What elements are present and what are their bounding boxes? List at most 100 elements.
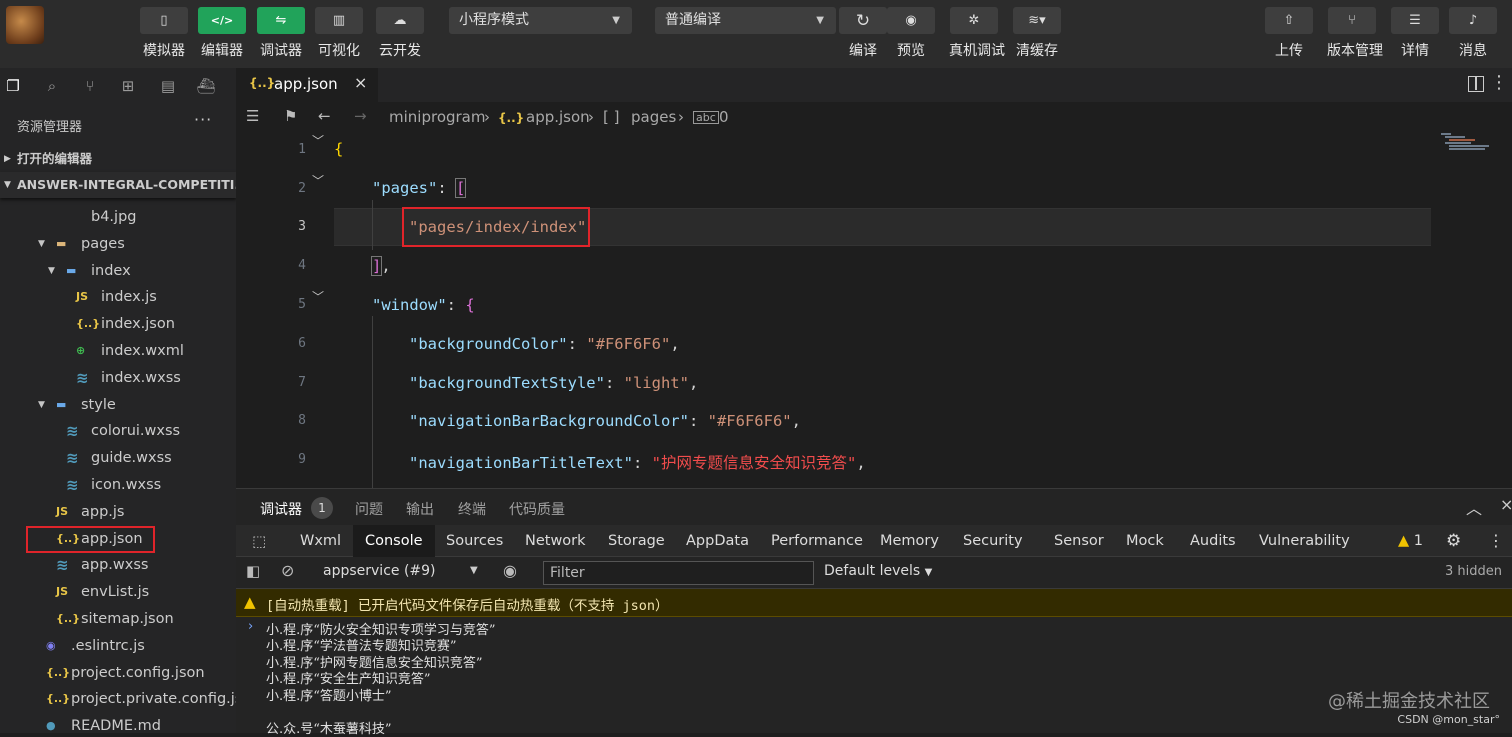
file-tree-item[interactable]: ◉ .eslintrc.js <box>0 633 236 660</box>
compile-button[interactable]: ↻ 编译 <box>838 7 888 63</box>
clear-console-icon[interactable]: ⊘ <box>281 561 294 580</box>
tab-appdata[interactable]: AppData <box>674 525 761 557</box>
tab-network[interactable]: Network <box>513 525 598 557</box>
files-icon[interactable]: ❐ <box>3 76 23 96</box>
close-icon[interactable]: × <box>354 73 367 92</box>
tab-terminal[interactable]: 终端 <box>458 499 486 519</box>
file-tree-item[interactable]: ▼ ▬ index <box>0 258 236 285</box>
breadcrumb-item[interactable]: pages <box>631 108 676 126</box>
cloud-dev-button[interactable]: ☁ 云开发 <box>375 7 425 63</box>
fold-chevron-icon[interactable]: ﹀ <box>312 288 324 305</box>
warning-counter[interactable]: ▲ 1 <box>1386 525 1435 557</box>
open-editors-section[interactable]: ▶ 打开的编辑器 <box>0 146 236 172</box>
file-tree-item[interactable]: {..} project.config.json <box>0 660 236 687</box>
file-tree-item[interactable]: {..} index.json <box>0 311 236 338</box>
file-tree-label: index.js <box>101 289 157 306</box>
file-tree-item[interactable]: {..}project.private.config.js... <box>0 686 236 713</box>
expand-arrow-icon[interactable]: › <box>248 619 253 634</box>
sidebar-toggle-icon[interactable]: ◧ <box>246 562 260 580</box>
file-tree-item[interactable]: ▼ ▬ style <box>0 392 236 419</box>
messages-button[interactable]: ♪ 消息 <box>1448 7 1498 63</box>
tab-app-json[interactable]: {..} app.json × <box>236 68 378 102</box>
tab-sensor[interactable]: Sensor <box>1042 525 1116 557</box>
file-tree-item[interactable]: ≋ app.wxss <box>0 552 236 579</box>
file-tree-item[interactable]: JS index.js <box>0 284 236 311</box>
docker-icon[interactable]: ⛴ <box>196 76 216 96</box>
clear-cache-button[interactable]: ≋▾ 清缓存 <box>1012 7 1062 63</box>
file-tree-item[interactable]: {..} sitemap.json <box>0 606 236 633</box>
bookmark-icon[interactable]: ⚑ <box>284 107 297 125</box>
tab-debugger[interactable]: 调试器 <box>260 499 302 519</box>
back-arrow-icon[interactable]: ← <box>318 107 331 125</box>
debugger-button[interactable]: ⇋ 调试器 <box>256 7 306 63</box>
breadcrumb-item[interactable]: miniprogram <box>389 108 485 126</box>
tab-problems[interactable]: 问题 <box>355 499 383 519</box>
more-vertical-icon[interactable]: ⋮ <box>1476 525 1512 557</box>
tab-wxml[interactable]: Wxml <box>288 525 353 557</box>
tab-mock[interactable]: Mock <box>1114 525 1176 557</box>
breadcrumb-item[interactable]: 0 <box>719 108 729 126</box>
context-select[interactable]: appservice (#9) <box>323 563 436 579</box>
code-editor[interactable]: 1 2 3 4 5 6 7 8 9 ﹀ ﹀ ﹀ { "pages": [ "pa… <box>236 132 1512 488</box>
file-tree-item[interactable]: JS envList.js <box>0 579 236 606</box>
json-file-icon: {..} <box>56 612 81 625</box>
details-button[interactable]: ☰ 详情 <box>1390 7 1440 63</box>
tab-console[interactable]: Console <box>353 525 435 557</box>
gear-icon[interactable]: ⚙ <box>1434 525 1473 557</box>
tab-memory[interactable]: Memory <box>868 525 951 557</box>
json-key: "pages" <box>372 179 438 197</box>
tab-code-quality[interactable]: 代码质量 <box>509 499 565 519</box>
tab-security[interactable]: Security <box>951 525 1035 557</box>
mode-select[interactable]: 小程序模式 ▼ <box>449 7 632 34</box>
fold-chevron-icon[interactable]: ﹀ <box>312 172 324 189</box>
preview-button[interactable]: ◉ 预览 <box>886 7 936 63</box>
forward-arrow-icon[interactable]: → <box>354 107 367 125</box>
tab-audits[interactable]: Audits <box>1178 525 1248 557</box>
levels-select[interactable]: Default levels ▼ <box>824 563 932 579</box>
breadcrumb-item[interactable]: app.json <box>526 108 590 126</box>
chevron-up-icon[interactable]: ︿ <box>1466 495 1482 519</box>
version-button[interactable]: ⑂ 版本管理 <box>1327 7 1383 63</box>
annotation-highlight-box <box>26 525 155 553</box>
chevron-down-icon[interactable]: ▼ <box>38 231 45 258</box>
list-icon[interactable]: ☰ <box>246 107 259 125</box>
avatar[interactable] <box>6 6 44 44</box>
project-section[interactable]: ▼ ANSWER-INTEGRAL-COMPETITI... <box>0 172 236 198</box>
file-tree-item[interactable]: b4.jpg <box>0 204 236 231</box>
editor-button[interactable]: </> 编辑器 <box>197 7 247 63</box>
file-tree-item[interactable]: ● README.md <box>0 713 236 733</box>
split-editor-icon[interactable] <box>1468 76 1484 92</box>
inspect-icon[interactable]: ⬚ <box>240 525 278 557</box>
extensions-icon[interactable]: ⊞ <box>118 76 138 96</box>
tab-vulnerability[interactable]: Vulnerability <box>1247 525 1362 557</box>
chevron-down-icon[interactable]: ▼ <box>38 392 45 419</box>
eye-icon[interactable]: ◉ <box>503 561 517 580</box>
simulator-button[interactable]: ▯ 模拟器 <box>139 7 189 63</box>
storage-icon[interactable]: ▤ <box>158 76 178 96</box>
tab-sources[interactable]: Sources <box>434 525 515 557</box>
upload-button[interactable]: ⇧ 上传 <box>1264 7 1314 63</box>
file-tree-item[interactable]: ▼ ▬ pages <box>0 231 236 258</box>
chevron-down-icon[interactable]: ▼ <box>48 258 55 285</box>
minimap[interactable] <box>1441 132 1499 162</box>
tab-storage[interactable]: Storage <box>596 525 677 557</box>
visual-button[interactable]: ▥ 可视化 <box>314 7 364 63</box>
more-actions-icon[interactable]: ⋮ <box>1490 72 1508 93</box>
filter-input[interactable]: Filter <box>543 561 814 585</box>
tab-performance[interactable]: Performance <box>759 525 875 557</box>
remote-debug-button[interactable]: ✲ 真机调试 <box>949 7 1005 63</box>
compile-select[interactable]: 普通编译 ▼ <box>655 7 836 34</box>
file-tree-item[interactable]: JS app.js <box>0 499 236 526</box>
tab-output[interactable]: 输出 <box>406 499 434 519</box>
file-tree-item[interactable]: ≋ icon.wxss <box>0 472 236 499</box>
source-control-icon[interactable]: ⑂ <box>80 76 100 96</box>
file-tree-item[interactable]: ≋ guide.wxss <box>0 445 236 472</box>
file-tree-item[interactable]: ≋ index.wxss <box>0 365 236 392</box>
file-tree-item[interactable]: ≋ colorui.wxss <box>0 418 236 445</box>
file-tree-item[interactable]: ⊕ index.wxml <box>0 338 236 365</box>
close-icon[interactable]: × <box>1500 495 1512 514</box>
more-icon[interactable]: ··· <box>194 110 212 129</box>
line-number: 6 <box>298 336 306 351</box>
fold-chevron-icon[interactable]: ﹀ <box>312 132 324 149</box>
search-icon[interactable]: ⌕ <box>42 76 62 96</box>
